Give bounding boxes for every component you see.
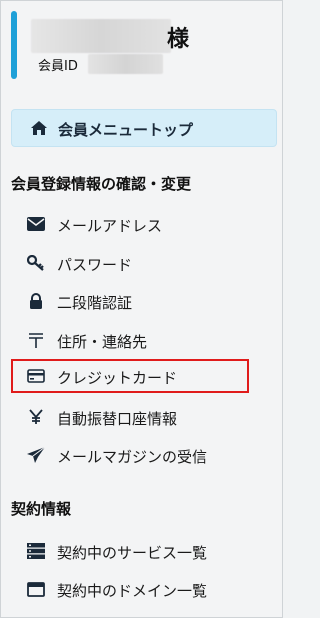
member-sidebar: 様 会員ID 会員メニュートップ 会員登録情報の確認・変更 メールアドレス パス… (0, 0, 283, 618)
menu-item-label: メールマガジンの受信 (57, 448, 208, 466)
menu-item-services[interactable]: 契約中のサービス一覧 (11, 534, 249, 568)
paper-plane-icon (27, 447, 45, 463)
envelope-icon (27, 216, 45, 232)
user-name-redacted (31, 19, 171, 53)
menu-item-label: メールアドレス (57, 217, 163, 235)
section-title-contract: 契約情報 (11, 500, 72, 518)
menu-item-label: 契約中のドメイン一覧 (57, 582, 208, 600)
browser-window-icon (27, 581, 45, 597)
menu-item-label: パスワード (57, 256, 133, 274)
postal-mark-icon (27, 332, 45, 348)
lock-icon (27, 293, 45, 309)
member-id-label: 会員ID (38, 59, 78, 74)
yen-icon (27, 409, 45, 425)
menu-item-email[interactable]: メールアドレス (11, 207, 249, 241)
menu-item-newsletter[interactable]: メールマガジンの受信 (11, 438, 249, 472)
menu-item-two-factor[interactable]: 二段階認証 (11, 284, 249, 318)
accent-bar (11, 11, 17, 79)
menu-item-password[interactable]: パスワード (11, 246, 249, 280)
credit-card-icon (27, 368, 45, 384)
menu-item-address[interactable]: 住所・連絡先 (11, 323, 249, 357)
honorific: 様 (167, 27, 190, 52)
menu-item-label: 自動振替口座情報 (57, 410, 178, 428)
member-menu-top-link[interactable]: 会員メニュートップ (11, 109, 277, 147)
key-icon (27, 255, 45, 271)
server-icon (27, 543, 45, 559)
menu-item-credit-card[interactable]: クレジットカード (11, 359, 249, 393)
home-icon (31, 121, 47, 135)
section-title-registration: 会員登録情報の確認・変更 (11, 175, 192, 193)
menu-item-bank-account[interactable]: 自動振替口座情報 (11, 400, 249, 434)
menu-item-label: クレジットカード (57, 369, 178, 387)
user-header: 様 会員ID (11, 11, 271, 81)
menu-item-label: 二段階認証 (57, 294, 133, 312)
menu-item-domains[interactable]: 契約中のドメイン一覧 (11, 572, 249, 606)
member-id-redacted (88, 54, 163, 74)
menu-item-label: 住所・連絡先 (57, 333, 148, 351)
menu-item-label: 契約中のサービス一覧 (57, 544, 208, 562)
member-menu-top-label: 会員メニュートップ (58, 121, 194, 139)
